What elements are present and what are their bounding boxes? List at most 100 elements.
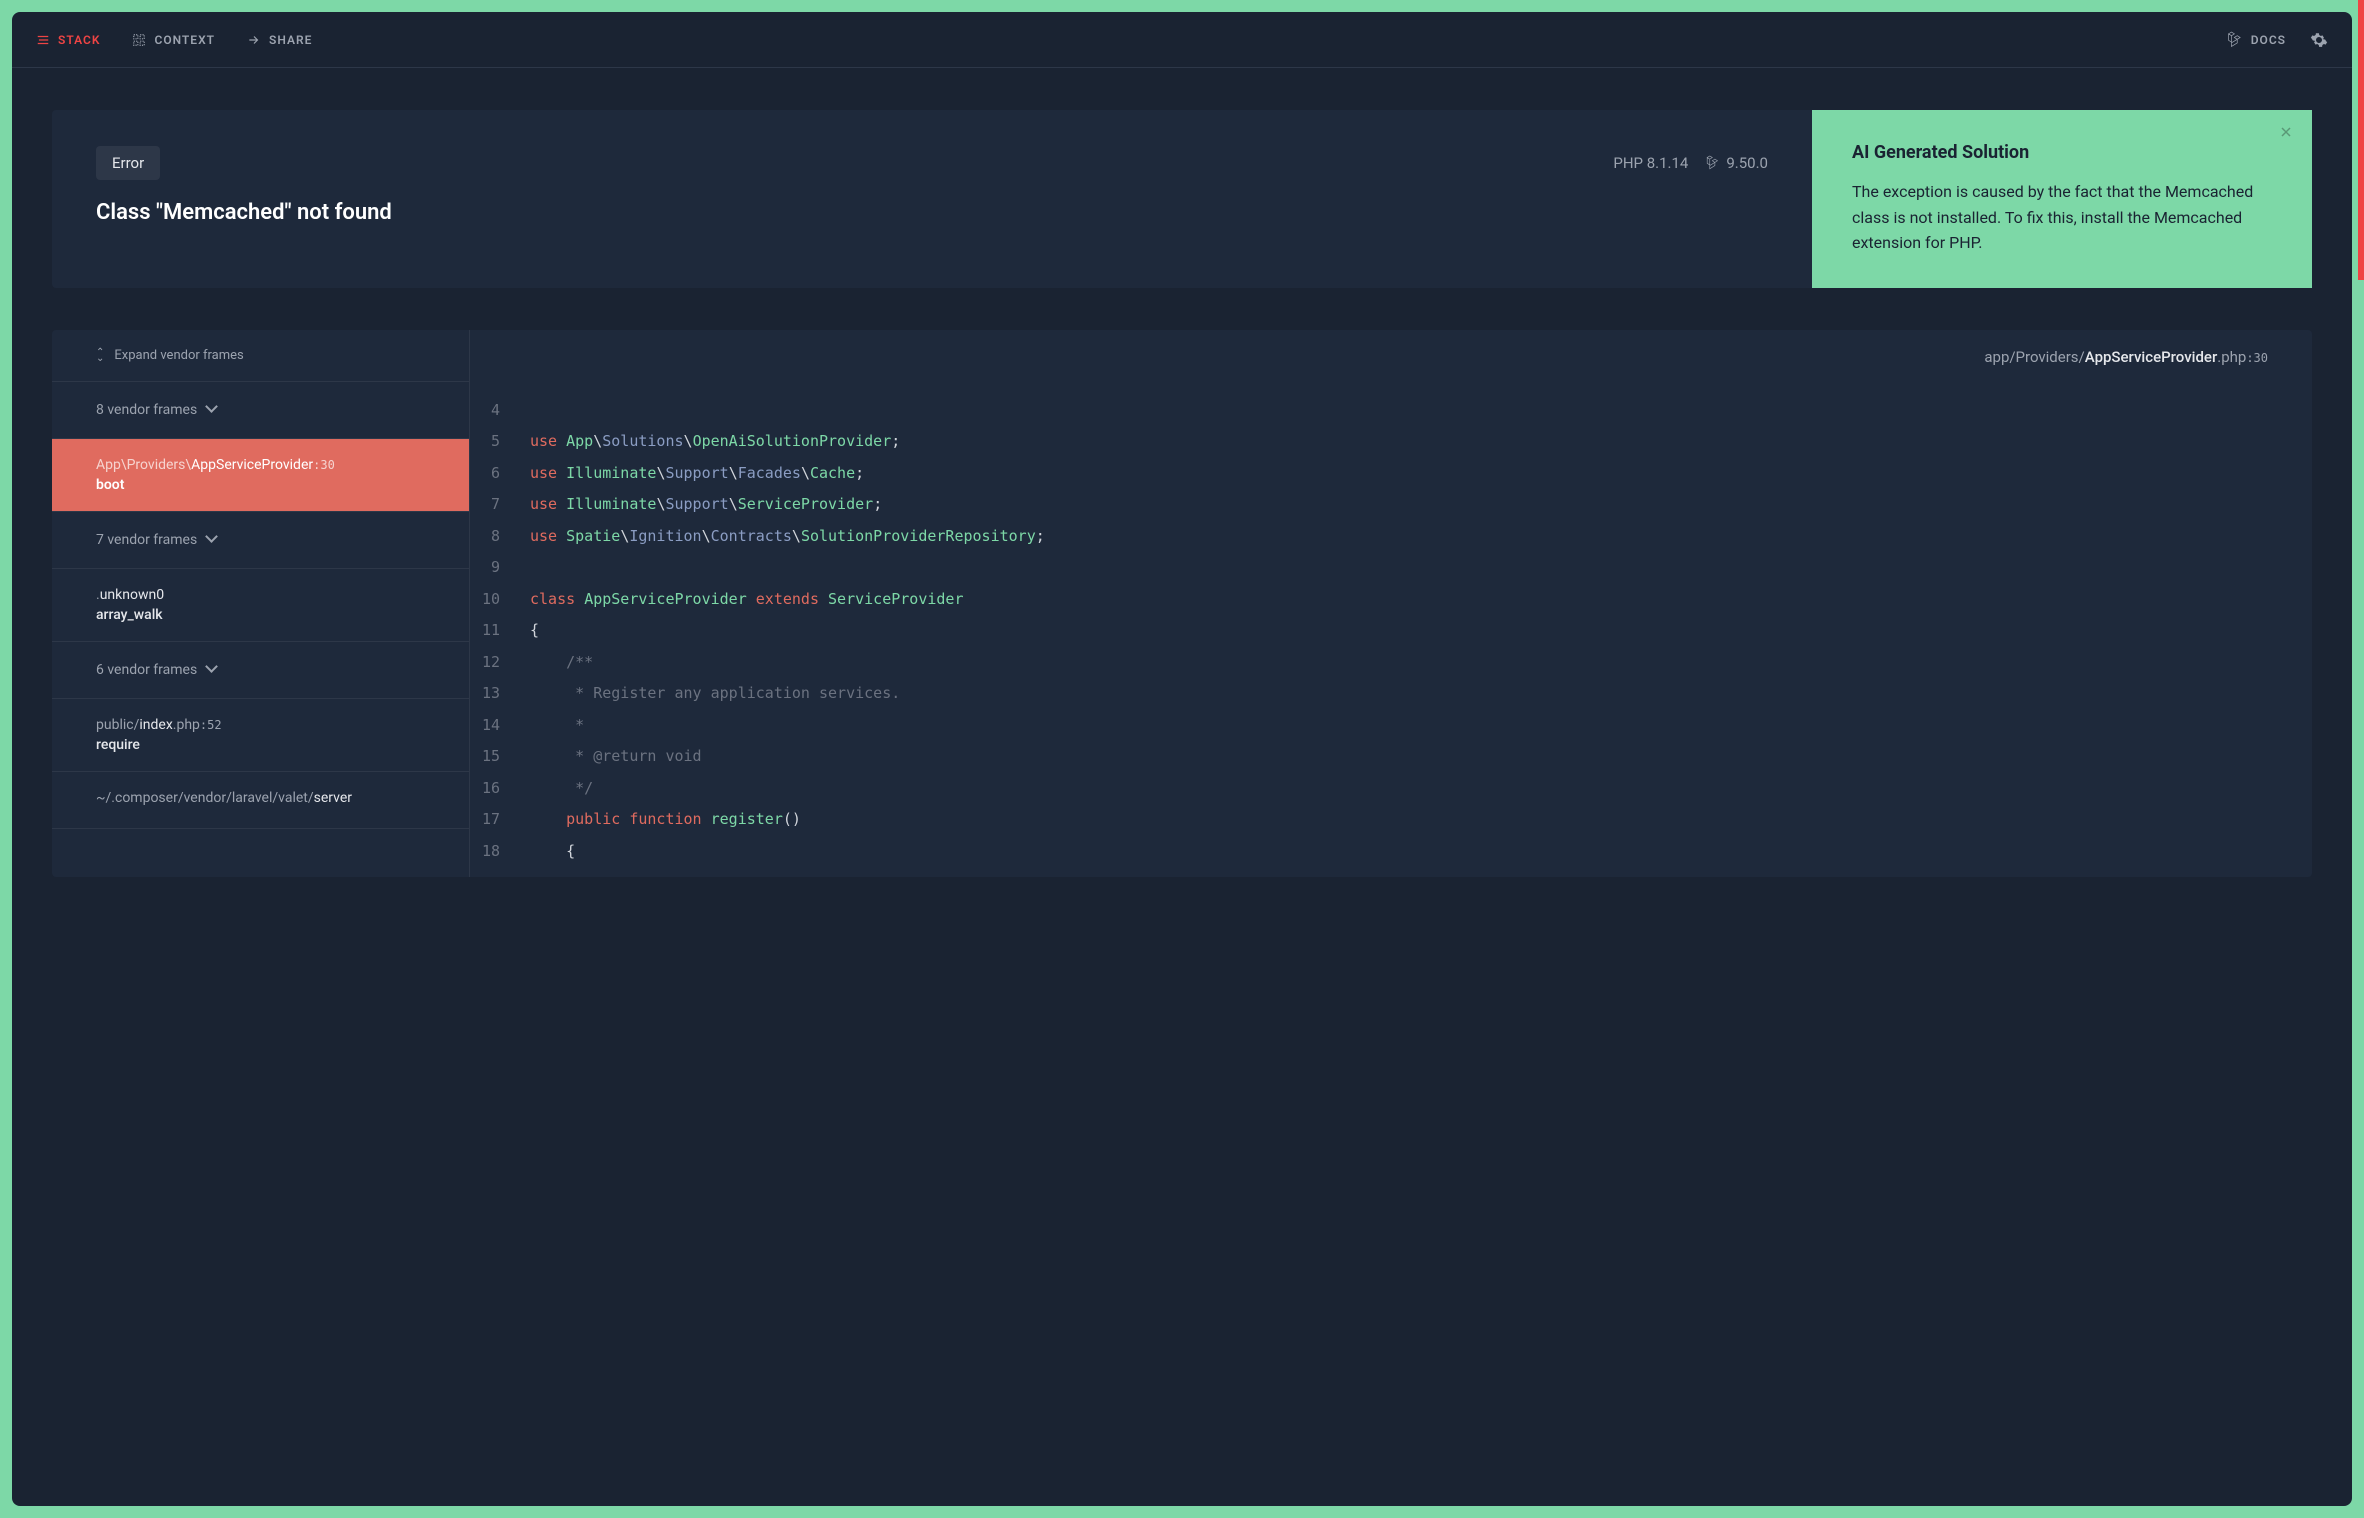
- code-line: 13 * Register any application services.: [470, 678, 2312, 710]
- tab-share-label: SHARE: [269, 33, 312, 47]
- tab-context-label: CONTEXT: [154, 33, 215, 47]
- code-line: 5use App\Solutions\OpenAiSolutionProvide…: [470, 426, 2312, 458]
- line-number: 8: [470, 521, 530, 553]
- close-button[interactable]: [2280, 126, 2292, 138]
- share-icon: [247, 33, 261, 47]
- ai-solution-panel: AI Generated Solution The exception is c…: [1812, 110, 2312, 288]
- code-line: 11{: [470, 615, 2312, 647]
- error-title: Class "Memcached" not found: [96, 200, 1768, 225]
- tab-share[interactable]: SHARE: [247, 33, 312, 47]
- line-content: {: [530, 836, 2312, 868]
- vendor-frames-label: 8 vendor frames: [96, 402, 197, 418]
- expand-label: Expand vendor frames: [114, 348, 243, 363]
- line-content: use Spatie\Ignition\Contracts\SolutionPr…: [530, 521, 2312, 553]
- tab-stack[interactable]: STACK: [36, 33, 100, 47]
- ai-solution-title: AI Generated Solution: [1852, 142, 2272, 163]
- error-details: PHP 8.1.14 9.50.0 Error Class "Memcached…: [52, 110, 1812, 288]
- error-badge: Error: [96, 146, 160, 180]
- line-content: /**: [530, 647, 2312, 679]
- chevron-down-icon: [207, 532, 216, 548]
- frame-path: App\Providers\AppServiceProvider:30: [96, 457, 425, 473]
- code-line: 10class AppServiceProvider extends Servi…: [470, 584, 2312, 616]
- line-number: 17: [470, 804, 530, 836]
- code-line: 12 /**: [470, 647, 2312, 679]
- code-line: 17 public function register(): [470, 804, 2312, 836]
- line-number: 6: [470, 458, 530, 490]
- line-number: 9: [470, 552, 530, 584]
- error-section: PHP 8.1.14 9.50.0 Error Class "Memcached…: [52, 110, 2312, 288]
- tab-stack-label: STACK: [58, 33, 100, 47]
- code-line: 15 * @return void: [470, 741, 2312, 773]
- frame-method: boot: [96, 477, 425, 493]
- line-number: 13: [470, 678, 530, 710]
- code-line: 14 *: [470, 710, 2312, 742]
- frames-panel: Expand vendor frames 8 vendor frames App…: [52, 330, 470, 878]
- laravel-icon: [2225, 31, 2243, 49]
- chevron-down-icon: [207, 662, 216, 678]
- code-line: 16 */: [470, 773, 2312, 805]
- line-number: 15: [470, 741, 530, 773]
- chevron-down-icon: [207, 402, 216, 418]
- stack-icon: [36, 33, 50, 47]
- nav-right: DOCS: [2225, 31, 2328, 49]
- frame-path: ~/.composer/vendor/laravel/valet/server: [96, 790, 425, 806]
- laravel-version: 9.50.0: [1726, 154, 1768, 172]
- stack-section: Expand vendor frames 8 vendor frames App…: [52, 330, 2312, 878]
- php-version: PHP 8.1.14: [1613, 154, 1688, 172]
- line-content: */: [530, 773, 2312, 805]
- code-line: 7use Illuminate\Support\ServiceProvider;: [470, 489, 2312, 521]
- frame-entry[interactable]: .unknown0 array_walk: [52, 569, 469, 642]
- error-meta: PHP 8.1.14 9.50.0: [1613, 154, 1768, 172]
- error-page-window: STACK CONTEXT SHARE DOCS: [12, 12, 2352, 1506]
- line-content: [530, 552, 2312, 584]
- vendor-frames-group[interactable]: 6 vendor frames: [52, 642, 469, 699]
- line-content: use App\Solutions\OpenAiSolutionProvider…: [530, 426, 2312, 458]
- line-number: 16: [470, 773, 530, 805]
- gear-icon: [2310, 31, 2328, 49]
- code-line: 9: [470, 552, 2312, 584]
- top-nav: STACK CONTEXT SHARE DOCS: [12, 12, 2352, 68]
- line-number: 10: [470, 584, 530, 616]
- line-number: 7: [470, 489, 530, 521]
- line-content: public function register(): [530, 804, 2312, 836]
- line-content: *: [530, 710, 2312, 742]
- frame-entry[interactable]: ~/.composer/vendor/laravel/valet/server: [52, 772, 469, 829]
- frame-path: .unknown0: [96, 587, 425, 603]
- line-content: * @return void: [530, 741, 2312, 773]
- frame-entry[interactable]: public/index.php:52 require: [52, 699, 469, 772]
- expand-icon: [96, 350, 104, 361]
- code-line: 8use Spatie\Ignition\Contracts\SolutionP…: [470, 521, 2312, 553]
- line-content: [530, 395, 2312, 427]
- frame-method: require: [96, 737, 425, 753]
- code-line: 18 {: [470, 836, 2312, 868]
- ai-solution-body: The exception is caused by the fact that…: [1852, 179, 2272, 256]
- line-content: * Register any application services.: [530, 678, 2312, 710]
- close-icon: [2280, 126, 2292, 138]
- docs-link[interactable]: DOCS: [2225, 31, 2286, 49]
- line-number: 5: [470, 426, 530, 458]
- context-icon: [132, 33, 146, 47]
- vendor-frames-group[interactable]: 8 vendor frames: [52, 382, 469, 439]
- line-number: 14: [470, 710, 530, 742]
- code-line: 6use Illuminate\Support\Facades\Cache;: [470, 458, 2312, 490]
- line-content: use Illuminate\Support\Facades\Cache;: [530, 458, 2312, 490]
- tab-context[interactable]: CONTEXT: [132, 33, 215, 47]
- vendor-frames-group[interactable]: 7 vendor frames: [52, 512, 469, 569]
- code-file-path: app/Providers/AppServiceProvider.php:30: [470, 330, 2312, 385]
- docs-label: DOCS: [2251, 33, 2286, 47]
- expand-vendor-frames-button[interactable]: Expand vendor frames: [52, 330, 469, 382]
- line-number: 11: [470, 615, 530, 647]
- laravel-icon: [1704, 155, 1720, 171]
- vendor-frames-label: 7 vendor frames: [96, 532, 197, 548]
- settings-button[interactable]: [2310, 31, 2328, 49]
- line-content: class AppServiceProvider extends Service…: [530, 584, 2312, 616]
- code-line: 4: [470, 395, 2312, 427]
- frame-method: array_walk: [96, 607, 425, 623]
- active-frame[interactable]: App\Providers\AppServiceProvider:30 boot: [52, 439, 469, 512]
- nav-left: STACK CONTEXT SHARE: [36, 33, 312, 47]
- line-number: 12: [470, 647, 530, 679]
- line-content: use Illuminate\Support\ServiceProvider;: [530, 489, 2312, 521]
- vendor-frames-label: 6 vendor frames: [96, 662, 197, 678]
- line-content: {: [530, 615, 2312, 647]
- line-number: 4: [470, 395, 530, 427]
